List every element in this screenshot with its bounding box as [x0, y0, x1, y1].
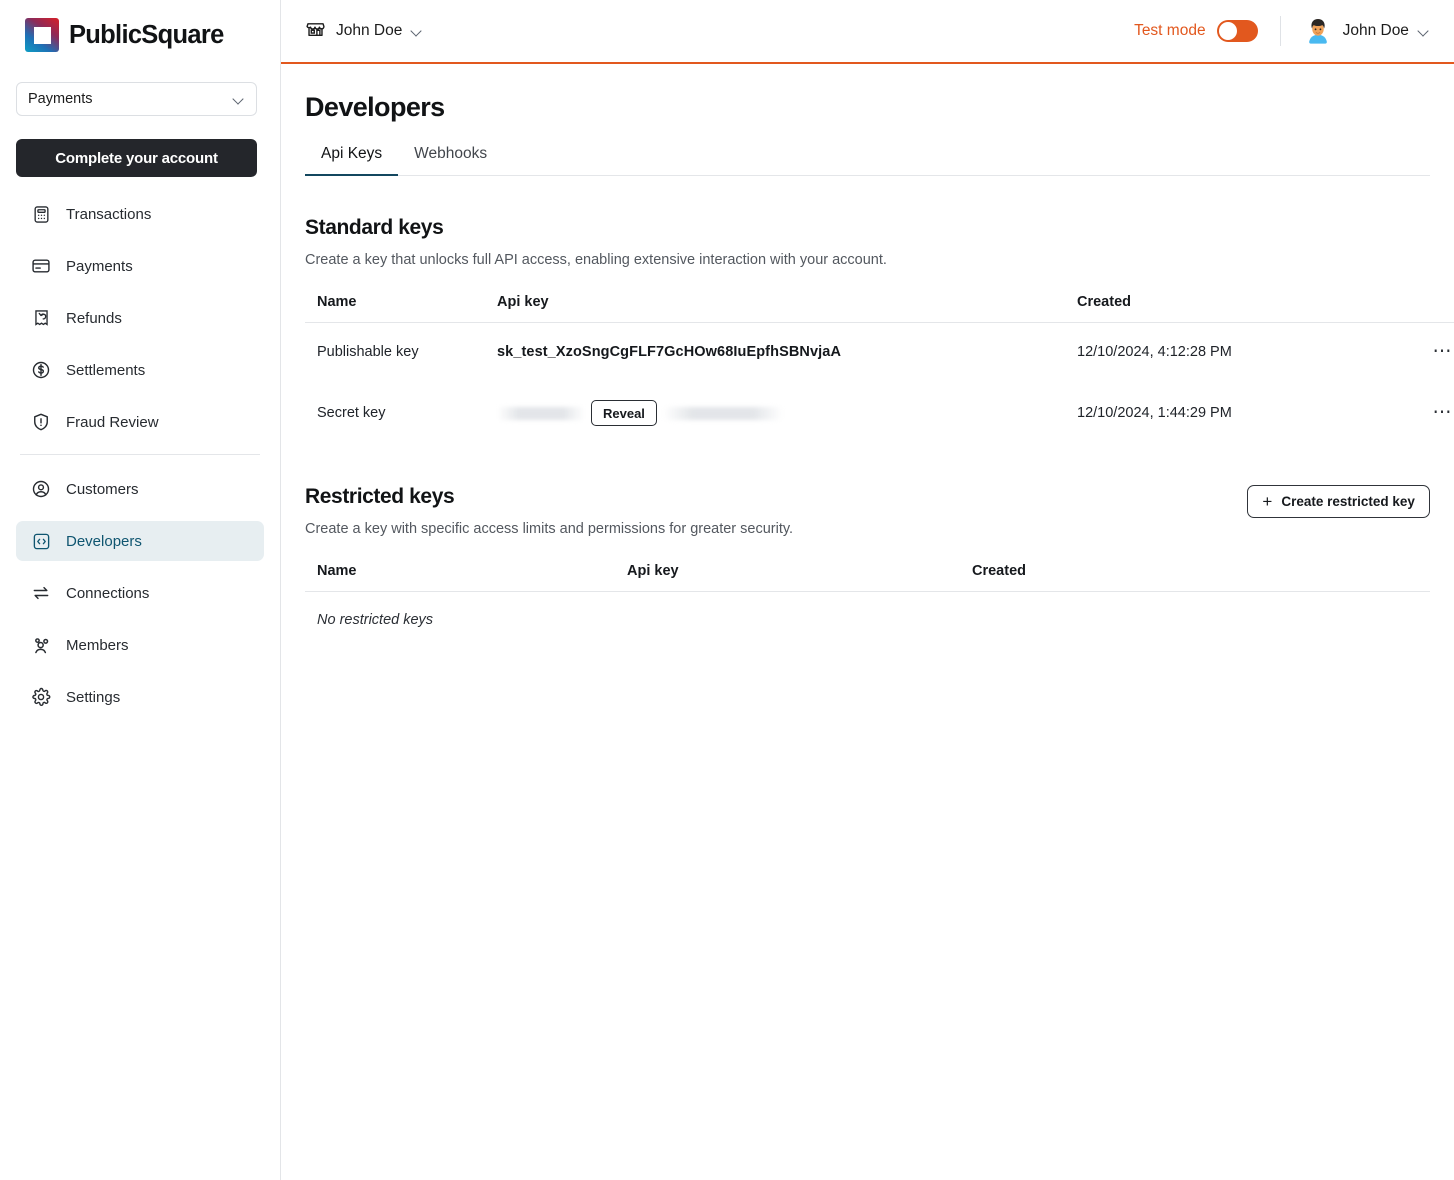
test-mode-toggle[interactable] — [1216, 20, 1258, 42]
plus-icon: + — [1262, 492, 1273, 511]
masked-key-placeholder — [497, 406, 585, 420]
tab-webhooks[interactable]: Webhooks — [398, 145, 503, 176]
empty-message: No restricted keys — [317, 612, 434, 628]
table-row: Publishable key sk_test_XzoSngCgFLF7GcHO… — [305, 323, 1454, 382]
key-created: 12/10/2024, 1:44:29 PM — [1077, 405, 1232, 421]
credit-card-icon — [30, 255, 52, 277]
section-title: Standard keys — [305, 216, 444, 239]
account-select[interactable]: Payments — [16, 82, 257, 116]
app-root: PublicSquare Payments Complete your acco… — [0, 0, 1454, 1180]
reveal-button[interactable]: Reveal — [591, 400, 657, 426]
test-mode-control[interactable]: Test mode — [1134, 20, 1258, 42]
ellipsis-icon[interactable]: ⋯ — [1385, 381, 1454, 445]
column-header-api-key: Api key — [615, 563, 960, 592]
column-header-created: Created — [960, 563, 1430, 592]
key-name: Publishable key — [317, 344, 419, 360]
sidebar-item-customers[interactable]: Customers — [16, 469, 264, 509]
user-name: John Doe — [1342, 22, 1409, 39]
sidebar-item-settings[interactable]: Settings — [16, 677, 264, 717]
column-header-name: Name — [305, 294, 485, 323]
sidebar-item-label: Fraud Review — [66, 413, 159, 431]
divider — [1279, 16, 1281, 46]
sidebar-item-label: Settlements — [66, 361, 146, 379]
column-header-created: Created — [1065, 294, 1385, 323]
brand-name: PublicSquare — [69, 20, 224, 49]
sidebar-item-label: Developers — [66, 532, 142, 550]
topbar-right: Test mode John Doe — [1134, 16, 1430, 46]
storefront-icon — [305, 18, 326, 44]
table-row: Secret key Reveal 12/10/2024, 1:44:29 PM… — [305, 381, 1454, 445]
section-description: Create a key that unlocks full API acces… — [305, 252, 887, 268]
topbar: John Doe Test mode John Doe — [281, 0, 1454, 64]
restricted-keys-header: Restricted keys Create a key with specif… — [305, 485, 1430, 537]
sidebar-item-transactions[interactable]: Transactions — [16, 194, 264, 234]
sidebar-item-fraud-review[interactable]: Fraud Review — [16, 402, 264, 442]
transfer-arrows-icon — [30, 582, 52, 604]
sidebar-item-refunds[interactable]: Refunds — [16, 298, 264, 338]
table-empty-row: No restricted keys — [305, 592, 1430, 649]
avatar — [1302, 16, 1333, 46]
key-value: sk_test_XzoSngCgFLF7GcHOw68IuEpfhSBNvjaA — [497, 344, 842, 360]
sidebar: PublicSquare Payments Complete your acco… — [0, 0, 281, 1180]
sidebar-item-payments[interactable]: Payments — [16, 246, 264, 286]
sidebar-item-label: Connections — [66, 584, 150, 602]
sidebar-item-label: Payments — [66, 257, 133, 275]
restricted-keys-section: Restricted keys Create a key with specif… — [305, 485, 1430, 648]
shield-alert-icon — [30, 411, 52, 433]
standard-keys-header: Standard keys Create a key that unlocks … — [305, 216, 1430, 268]
column-header-name: Name — [305, 563, 615, 592]
table-header-row: Name Api key Created — [305, 294, 1454, 323]
sidebar-nav: Transactions Payments Refunds Settlement… — [16, 194, 264, 717]
page-content: Developers Api Keys Webhooks Standard ke… — [281, 64, 1454, 1180]
page-title: Developers — [305, 92, 445, 122]
chevron-down-icon — [1419, 26, 1430, 37]
standard-keys-table: Name Api key Created Publishable key sk_… — [305, 294, 1454, 445]
sidebar-item-label: Members — [66, 636, 129, 654]
table-header-row: Name Api key Created — [305, 563, 1430, 592]
sidebar-item-label: Transactions — [66, 205, 152, 223]
user-menu[interactable]: John Doe — [1302, 16, 1430, 46]
complete-account-button[interactable]: Complete your account — [16, 139, 257, 177]
tabs: Api Keys Webhooks — [305, 145, 1430, 176]
sidebar-item-developers[interactable]: Developers — [16, 521, 264, 561]
key-created: 12/10/2024, 4:12:28 PM — [1077, 344, 1232, 360]
calculator-icon — [30, 203, 52, 225]
masked-key-placeholder — [662, 406, 783, 420]
standard-keys-section: Standard keys Create a key that unlocks … — [305, 216, 1454, 445]
sidebar-divider — [20, 454, 260, 455]
chevron-down-icon — [234, 94, 245, 105]
receipt-refund-icon — [30, 307, 52, 329]
tab-api-keys[interactable]: Api Keys — [305, 145, 399, 176]
dollar-circle-icon — [30, 359, 52, 381]
key-name: Secret key — [317, 405, 386, 421]
sidebar-item-settlements[interactable]: Settlements — [16, 350, 264, 390]
gear-icon — [30, 686, 52, 708]
key-value-masked: Reveal — [485, 381, 1065, 445]
user-circle-icon — [30, 478, 52, 500]
section-title: Restricted keys — [305, 485, 455, 508]
section-description: Create a key with specific access limits… — [305, 521, 794, 537]
main-area: John Doe Test mode John Doe Developers A… — [281, 0, 1454, 1180]
sidebar-item-label: Settings — [66, 688, 121, 706]
merchant-name: John Doe — [336, 22, 403, 39]
sidebar-item-connections[interactable]: Connections — [16, 573, 264, 613]
brand: PublicSquare — [16, 0, 264, 58]
sidebar-item-label: Refunds — [66, 309, 122, 327]
sidebar-item-label: Customers — [66, 480, 139, 498]
ellipsis-icon[interactable]: ⋯ — [1385, 323, 1454, 382]
code-brackets-icon — [30, 530, 52, 552]
column-header-api-key: Api key — [485, 294, 1065, 323]
column-header-actions — [1385, 294, 1454, 323]
merchant-switcher[interactable]: John Doe — [305, 18, 423, 44]
publicsquare-logo-icon — [25, 18, 59, 52]
sidebar-item-members[interactable]: Members — [16, 625, 264, 665]
create-restricted-key-button[interactable]: + Create restricted key — [1247, 485, 1430, 518]
create-restricted-key-label: Create restricted key — [1281, 494, 1415, 509]
account-select-value: Payments — [28, 91, 93, 107]
chevron-down-icon — [412, 26, 423, 37]
test-mode-label: Test mode — [1134, 22, 1206, 39]
restricted-keys-table: Name Api key Created No restricted keys — [305, 563, 1430, 648]
users-group-icon — [30, 634, 52, 656]
